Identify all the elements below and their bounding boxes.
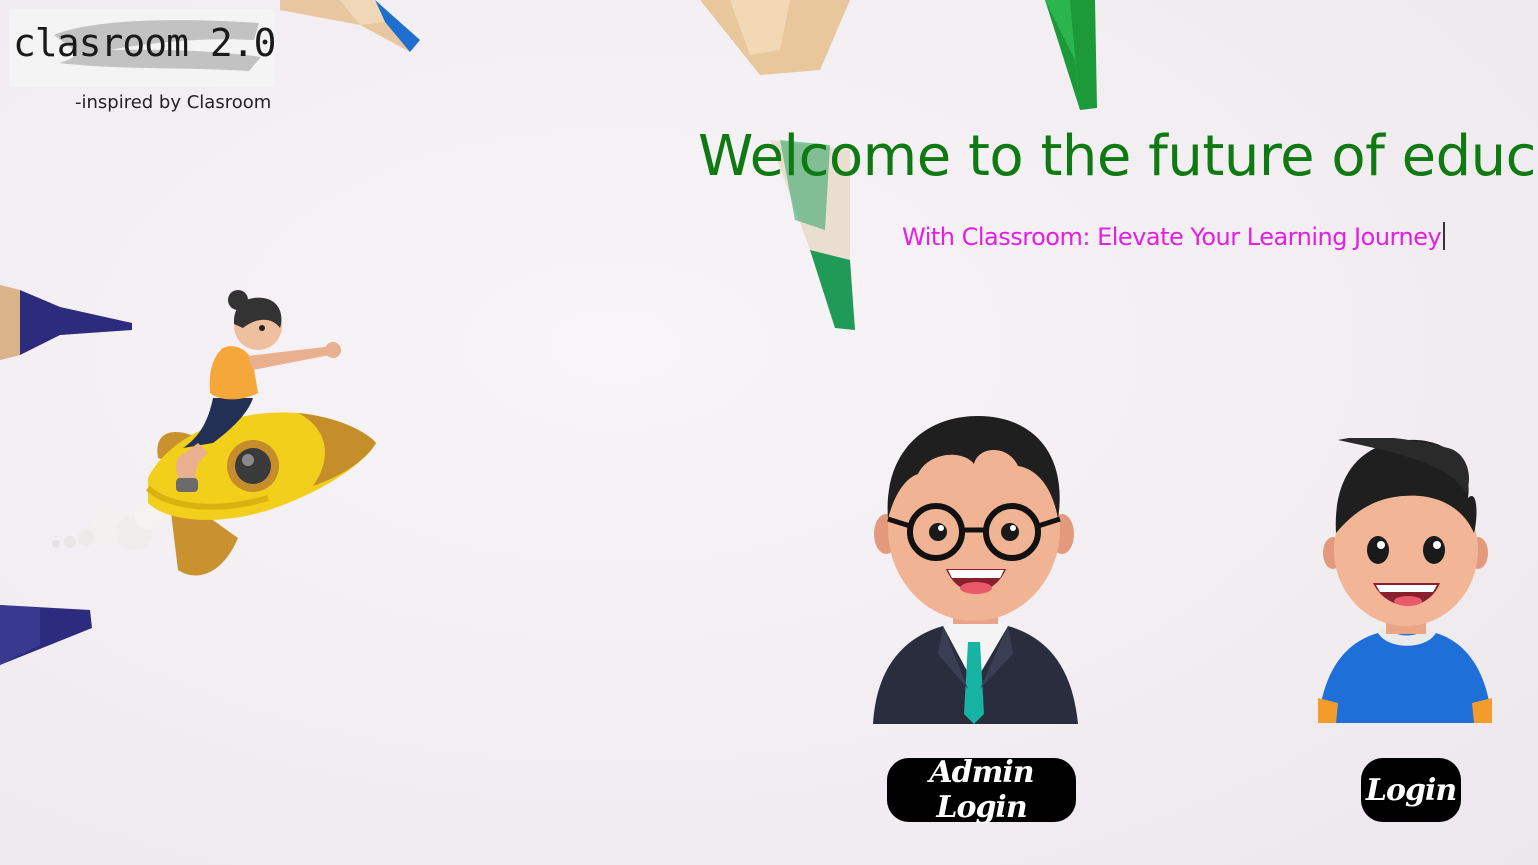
logo[interactable]: clasroom 2.0 (9, 9, 275, 87)
landing-page: clasroom 2.0 -inspired by Clasroom Welco… (0, 0, 1538, 865)
page-subheadline: With Classroom: Elevate Your Learning Jo… (902, 222, 1446, 251)
logo-tagline: -inspired by Clasroom (75, 92, 272, 113)
admin-login-button[interactable]: Admin Login (887, 755, 1076, 825)
pencil-green-top-illustration (1045, 0, 1097, 110)
pencil-navy-bottom-illustration (0, 605, 92, 665)
pencil-blue-top-illustration (280, 0, 420, 52)
typing-caret (1443, 222, 1446, 250)
pencil-wood-top-illustration (700, 0, 850, 75)
login-button[interactable]: Login (1361, 758, 1461, 822)
student-avatar-illustration (1318, 438, 1492, 723)
rocket-girl-illustration (52, 290, 376, 576)
admin-avatar-illustration (873, 416, 1078, 724)
logo-title: clasroom 2.0 (13, 21, 275, 65)
subheadline-text: With Classroom: Elevate Your Learning Jo… (902, 223, 1442, 251)
page-headline: Welcome to the future of educa (698, 124, 1538, 189)
